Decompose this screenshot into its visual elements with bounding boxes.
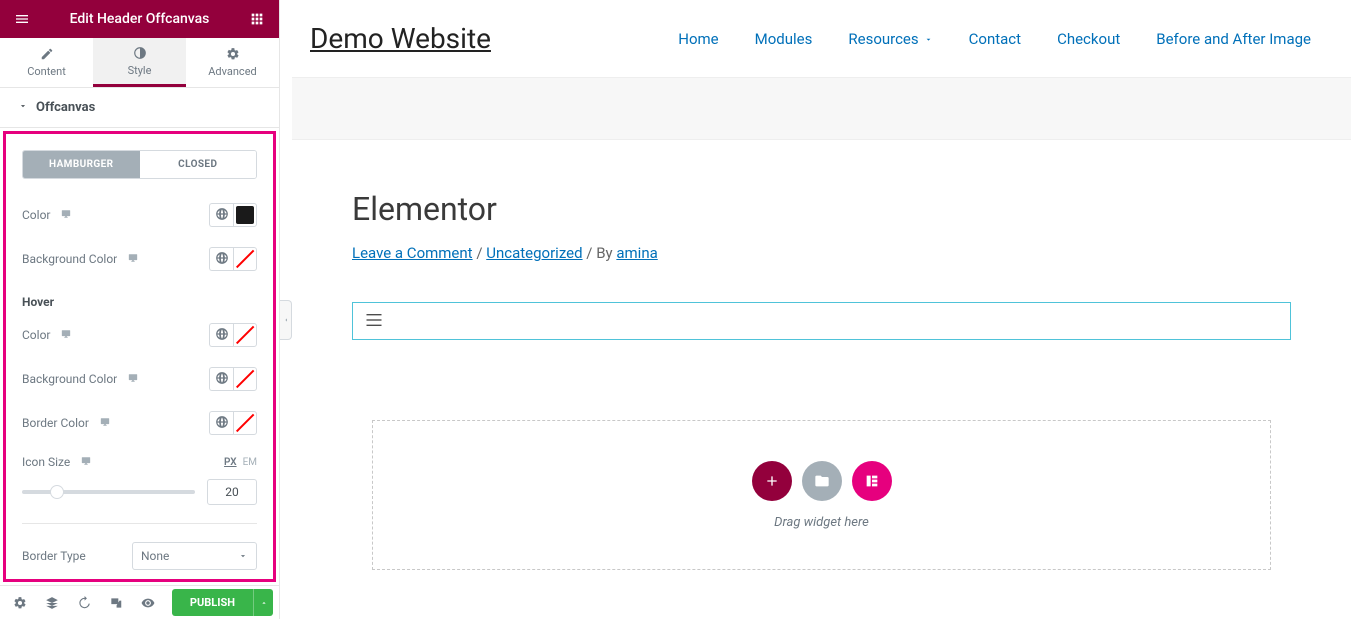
section-offcanvas[interactable]: Offcanvas — [0, 88, 279, 128]
tab-advanced[interactable]: Advanced — [186, 38, 279, 87]
tab-style[interactable]: Style — [93, 38, 186, 87]
control-border-color: Border Color — [6, 401, 273, 445]
icon-size-input[interactable] — [207, 479, 257, 505]
elementor-sidebar: Edit Header Offcanvas Content Style Adva… — [0, 0, 280, 619]
color-swatch-none[interactable] — [236, 250, 254, 268]
globe-icon[interactable] — [215, 251, 229, 268]
icon-size-slider-row — [6, 479, 273, 515]
navigator-icon[interactable] — [38, 589, 66, 617]
globe-icon[interactable] — [215, 327, 229, 344]
controls-highlight: HAMBURGER CLOSED Color Background Color — [3, 131, 276, 582]
separator — [22, 523, 257, 524]
globe-icon[interactable] — [215, 207, 229, 224]
control-hover-bg: Background Color — [6, 357, 273, 401]
desktop-icon[interactable] — [99, 416, 111, 430]
spacer-strip — [292, 78, 1351, 140]
desktop-icon[interactable] — [60, 328, 72, 342]
control-border-type: Border Type None — [6, 532, 273, 580]
hamburger-icon[interactable] — [365, 312, 383, 331]
site-header: Demo Website Home Modules Resources Cont… — [292, 0, 1351, 78]
control-bg-color: Background Color — [6, 237, 273, 281]
sidebar-footer: PUBLISH — [0, 585, 279, 619]
slider-thumb[interactable] — [50, 485, 64, 499]
apps-icon[interactable] — [245, 7, 269, 31]
chevron-down-icon — [238, 551, 248, 561]
site-title[interactable]: Demo Website — [310, 22, 491, 55]
dropzone-actions — [752, 461, 892, 501]
border-type-select[interactable]: None — [132, 542, 257, 570]
color-swatch-black[interactable] — [236, 206, 254, 224]
panel-tabs: Content Style Advanced — [0, 38, 279, 88]
nav-home[interactable]: Home — [678, 30, 718, 48]
site-nav: Home Modules Resources Contact Checkout … — [678, 30, 1311, 48]
color-swatch-none[interactable] — [236, 370, 254, 388]
color-picker[interactable] — [209, 367, 257, 391]
settings-icon[interactable] — [6, 589, 34, 617]
control-hover-color: Color — [6, 313, 273, 357]
color-picker[interactable] — [209, 247, 257, 271]
preview-icon[interactable] — [134, 589, 162, 617]
sidebar-header: Edit Header Offcanvas — [0, 0, 279, 38]
state-toggle: HAMBURGER CLOSED — [22, 150, 257, 179]
nav-resources[interactable]: Resources — [848, 30, 932, 48]
nav-contact[interactable]: Contact — [969, 30, 1021, 48]
publish-button[interactable]: PUBLISH — [172, 589, 253, 616]
unit-selector: PX EM — [224, 457, 257, 468]
add-section-button[interactable] — [752, 461, 792, 501]
preview-area: Demo Website Home Modules Resources Cont… — [292, 0, 1351, 619]
elementskit-button[interactable] — [852, 461, 892, 501]
desktop-icon[interactable] — [127, 252, 139, 266]
unit-px[interactable]: PX — [224, 457, 237, 468]
sidebar-title: Edit Header Offcanvas — [70, 11, 210, 27]
icon-size-slider[interactable] — [22, 490, 195, 494]
nav-checkout[interactable]: Checkout — [1057, 30, 1120, 48]
control-color: Color — [6, 193, 273, 237]
history-icon[interactable] — [70, 589, 98, 617]
chevron-down-icon — [924, 30, 933, 48]
publish-options[interactable] — [253, 589, 273, 616]
widget-dropzone[interactable]: Drag widget here — [372, 420, 1271, 570]
dropzone-text: Drag widget here — [774, 515, 869, 530]
page-body: Elementor Leave a Comment / Uncategorize… — [292, 140, 1351, 620]
responsive-icon[interactable] — [102, 589, 130, 617]
desktop-icon[interactable] — [80, 455, 92, 469]
toggle-hamburger[interactable]: HAMBURGER — [23, 151, 140, 178]
hover-label: Hover — [6, 281, 273, 313]
page-heading: Elementor — [352, 190, 1291, 228]
nav-before-after[interactable]: Before and After Image — [1156, 30, 1311, 48]
offcanvas-widget[interactable] — [352, 302, 1291, 340]
template-button[interactable] — [802, 461, 842, 501]
color-picker[interactable] — [209, 323, 257, 347]
tab-content[interactable]: Content — [0, 38, 93, 87]
color-picker[interactable] — [209, 411, 257, 435]
desktop-icon[interactable] — [127, 372, 139, 386]
nav-modules[interactable]: Modules — [755, 30, 813, 48]
collapse-handle[interactable] — [280, 300, 292, 340]
post-meta: Leave a Comment / Uncategorized / By ami… — [352, 244, 1291, 262]
unit-em[interactable]: EM — [243, 457, 257, 468]
caret-down-icon — [18, 100, 28, 115]
author-link[interactable]: amina — [616, 244, 657, 262]
color-swatch-none[interactable] — [236, 326, 254, 344]
leave-comment-link[interactable]: Leave a Comment — [352, 244, 473, 262]
toggle-closed[interactable]: CLOSED — [140, 151, 257, 178]
control-icon-size: Icon Size PX EM — [6, 445, 273, 479]
category-link[interactable]: Uncategorized — [486, 244, 582, 262]
menu-icon[interactable] — [10, 7, 34, 31]
globe-icon[interactable] — [215, 415, 229, 432]
globe-icon[interactable] — [215, 371, 229, 388]
desktop-icon[interactable] — [60, 208, 72, 222]
color-swatch-none[interactable] — [236, 414, 254, 432]
color-picker[interactable] — [209, 203, 257, 227]
